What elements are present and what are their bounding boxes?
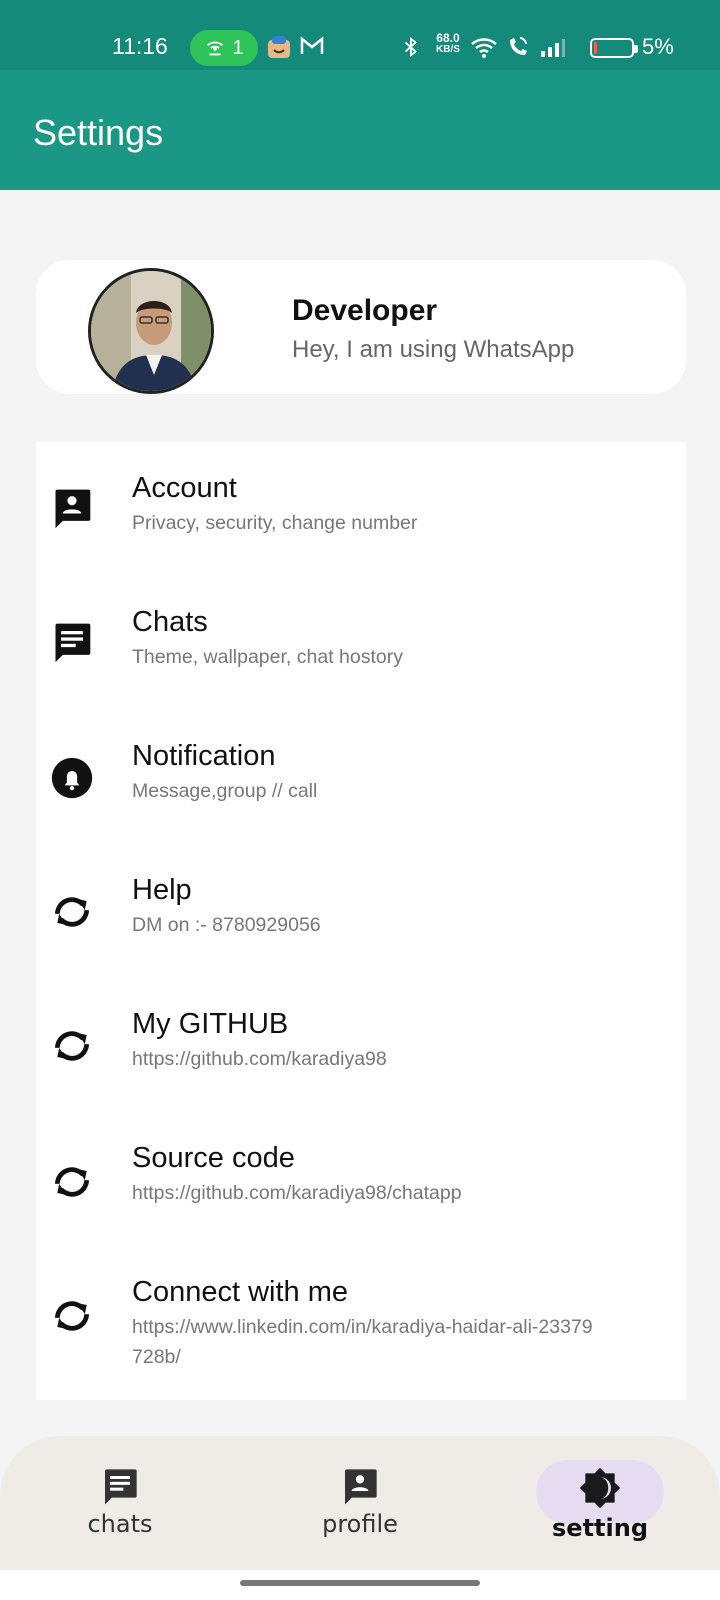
- setting-item-chats[interactable]: Chats Theme, wallpaper, chat hostory: [36, 578, 686, 708]
- chat-icon: [105, 1469, 137, 1505]
- setting-item-help[interactable]: Help DM on :- 8780929056: [36, 850, 686, 980]
- nav-label: setting: [552, 1514, 648, 1542]
- bluetooth-icon: [404, 36, 417, 58]
- signal-icon: [541, 39, 565, 57]
- setting-item-source-code[interactable]: Source code https://github.com/karadiya9…: [36, 1122, 686, 1252]
- setting-title: Help: [132, 874, 192, 906]
- setting-subtitle: https://www.linkedin.com/in/karadiya-hai…: [132, 1316, 593, 1368]
- bottom-nav: chats profile setting: [0, 1436, 720, 1570]
- account-icon: [55, 489, 91, 529]
- brightness-icon: [579, 1467, 621, 1509]
- avatar[interactable]: [88, 268, 214, 394]
- profile-name: Developer: [292, 294, 438, 327]
- setting-title: Notification: [132, 740, 276, 772]
- setting-title: My GITHUB: [132, 1008, 289, 1040]
- nav-label: chats: [87, 1510, 153, 1538]
- wifi-icon: [471, 38, 497, 58]
- network-speed: 68.0 KB/S: [436, 32, 460, 56]
- sync-icon: [54, 1301, 90, 1331]
- sync-icon: [54, 897, 90, 927]
- nav-setting[interactable]: setting: [530, 1466, 670, 1556]
- setting-subtitle: https://github.com/karadiya98: [132, 1048, 387, 1070]
- settings-list: Account Privacy, security, change number…: [36, 442, 686, 1400]
- network-speed-value: 68.0: [436, 31, 460, 45]
- status-time: 11:16: [112, 33, 168, 59]
- setting-subtitle: Privacy, security, change number: [132, 512, 418, 534]
- nav-label: profile: [322, 1510, 398, 1538]
- hotspot-icon: [207, 41, 224, 56]
- nav-chats[interactable]: chats: [50, 1466, 190, 1556]
- setting-item-account[interactable]: Account Privacy, security, change number: [36, 442, 686, 572]
- sync-icon: [54, 1167, 90, 1197]
- battery-percent: 5%: [642, 34, 674, 59]
- setting-subtitle: https://github.com/karadiya98/chatapp: [132, 1182, 462, 1204]
- avatar-image: [91, 271, 211, 391]
- setting-subtitle: Theme, wallpaper, chat hostory: [132, 646, 403, 668]
- setting-item-github[interactable]: My GITHUB https://github.com/karadiya98: [36, 986, 686, 1116]
- wifi-calling-icon: [510, 37, 527, 55]
- hotspot-count: 1: [232, 36, 244, 59]
- app-bar: Settings: [0, 70, 720, 190]
- home-gesture-bar[interactable]: [240, 1580, 480, 1586]
- battery-icon: [590, 38, 638, 58]
- page-title: Settings: [33, 112, 164, 153]
- chat-icon: [55, 623, 91, 663]
- setting-title: Account: [132, 472, 237, 504]
- setting-subtitle: Message,group // call: [132, 780, 318, 802]
- status-bar: 11:16 1 68.0 KB/S 5%: [0, 0, 720, 70]
- network-speed-unit: KB/S: [436, 44, 460, 55]
- nav-profile[interactable]: profile: [290, 1466, 430, 1556]
- bell-icon: [51, 757, 93, 799]
- hotspot-indicator: 1: [190, 30, 258, 66]
- sync-icon: [54, 1031, 90, 1061]
- account-icon: [345, 1469, 377, 1505]
- system-nav-bar: [0, 1570, 720, 1600]
- gmail-icon: [300, 36, 324, 54]
- setting-item-connect[interactable]: Connect with me https://www.linkedin.com…: [36, 1258, 686, 1400]
- setting-title: Source code: [132, 1142, 295, 1174]
- profile-card[interactable]: Developer Hey, I am using WhatsApp: [36, 260, 686, 394]
- setting-title: Connect with me: [132, 1276, 348, 1308]
- setting-subtitle: DM on :- 8780929056: [132, 914, 321, 936]
- setting-title: Chats: [132, 606, 208, 638]
- setting-item-notification[interactable]: Notification Message,group // call: [36, 714, 686, 844]
- shop-app-icon: [268, 36, 290, 58]
- profile-status: Hey, I am using WhatsApp: [292, 336, 575, 363]
